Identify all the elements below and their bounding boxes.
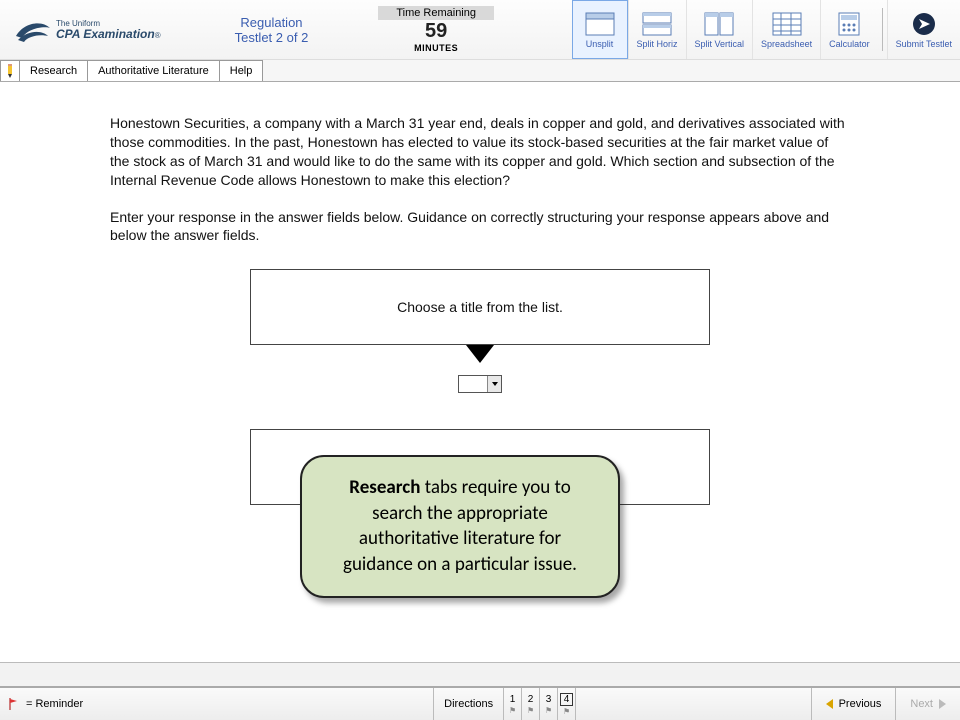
spreadsheet-button[interactable]: Spreadsheet: [752, 0, 820, 59]
question-paragraph-2: Enter your response in the answer fields…: [110, 208, 850, 246]
qnum-1[interactable]: 1⚑: [504, 688, 522, 720]
tab-help[interactable]: Help: [220, 60, 264, 81]
tab-authoritative-literature[interactable]: Authoritative Literature: [88, 60, 220, 81]
chevron-down-icon: [487, 376, 501, 392]
question-nav: 1⚑ 2⚑ 3⚑ 4⚑: [504, 688, 576, 720]
window-icon: [584, 11, 616, 37]
triangle-left-icon: [826, 699, 833, 709]
submit-arrow-icon: [908, 11, 940, 37]
submit-testlet-button[interactable]: Submit Testlet: [887, 0, 960, 59]
question-paragraph-1: Honestown Securities, a company with a M…: [110, 114, 850, 190]
logo: The Uniform CPA Examination®: [0, 14, 175, 46]
flag-icon: [8, 698, 18, 710]
qnum-4[interactable]: 4⚑: [558, 688, 576, 720]
split-vert-icon: [703, 11, 735, 37]
exam-title: Regulation Testlet 2 of 2: [235, 15, 309, 45]
toolbar: Unsplit Split Horiz Split Vertical Sprea…: [572, 0, 960, 59]
header: The Uniform CPA Examination® Regulation …: [0, 0, 960, 60]
reminder-legend: = Reminder: [0, 698, 83, 710]
title-select[interactable]: [458, 375, 502, 393]
next-button[interactable]: Next: [895, 688, 960, 720]
footer: = Reminder Directions 1⚑ 2⚑ 3⚑ 4⚑ Previo…: [0, 686, 960, 720]
calculator-button[interactable]: Calculator: [820, 0, 878, 59]
tabs-row: Research Authoritative Literature Help: [0, 60, 960, 82]
arrow-down-icon: [466, 345, 494, 363]
triangle-right-icon: [939, 699, 946, 709]
previous-button[interactable]: Previous: [811, 688, 896, 720]
pencil-icon: [0, 60, 20, 81]
calculator-icon: [833, 11, 865, 37]
tab-research[interactable]: Research: [20, 60, 88, 81]
qnum-2[interactable]: 2⚑: [522, 688, 540, 720]
tooltip-callout: Research tabs require you to search the …: [300, 455, 620, 598]
split-vert-button[interactable]: Split Vertical: [686, 0, 753, 59]
spreadsheet-icon: [771, 11, 803, 37]
logo-icon: [14, 14, 52, 46]
split-horiz-button[interactable]: Split Horiz: [628, 0, 686, 59]
split-horiz-icon: [641, 11, 673, 37]
unsplit-button[interactable]: Unsplit: [572, 0, 628, 59]
question-content: Honestown Securities, a company with a M…: [0, 82, 960, 505]
timer: Time Remaining 59 MINUTES: [378, 6, 494, 53]
qnum-3[interactable]: 3⚑: [540, 688, 558, 720]
directions-button[interactable]: Directions: [433, 688, 504, 720]
logo-line2: CPA Examination: [56, 27, 155, 41]
title-prompt-box: Choose a title from the list.: [250, 269, 710, 345]
